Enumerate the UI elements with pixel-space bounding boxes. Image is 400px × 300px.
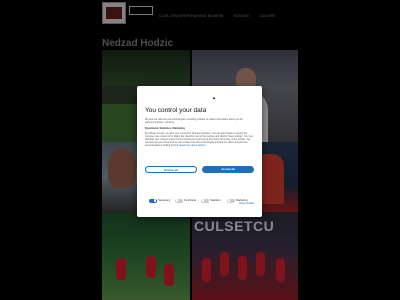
- consent-purposes-heading: Functional, Statistics, Marketing: [145, 127, 185, 130]
- toggle-functional[interactable]: Functional: [175, 192, 196, 203]
- toggle-switch-icon[interactable]: [227, 198, 235, 203]
- toggle-label: Necessary: [158, 199, 171, 203]
- toggle-switch-icon[interactable]: [149, 198, 157, 203]
- toggle-statistics[interactable]: Statistics: [201, 192, 220, 203]
- consent-description: We and our partners use technologies, in…: [145, 118, 243, 125]
- cookie-consent-dialog: ▲ You control your data We and our partn…: [137, 86, 262, 217]
- toggle-marketing[interactable]: Marketing: [227, 192, 247, 203]
- toggle-switch-icon[interactable]: [201, 198, 209, 203]
- toggle-switch-icon[interactable]: [175, 198, 183, 203]
- consent-title: You control your data: [145, 107, 207, 114]
- toggle-label: Statistics: [210, 199, 221, 203]
- consent-logo-icon: ▲: [212, 95, 216, 100]
- accept-all-button[interactable]: Accept all: [202, 166, 254, 173]
- consent-body: By clicking 'Accept', you give your cons…: [145, 133, 253, 148]
- toggle-necessary[interactable]: Necessary: [149, 192, 170, 203]
- decline-all-button[interactable]: Decline all: [145, 166, 197, 173]
- consent-toggles: Necessary Functional Statistics Marketin…: [149, 192, 257, 203]
- read-more-link[interactable]: Read more about cookies: [179, 145, 205, 147]
- toggle-label: Functional: [184, 199, 196, 203]
- show-details-link[interactable]: Show details: [239, 202, 254, 205]
